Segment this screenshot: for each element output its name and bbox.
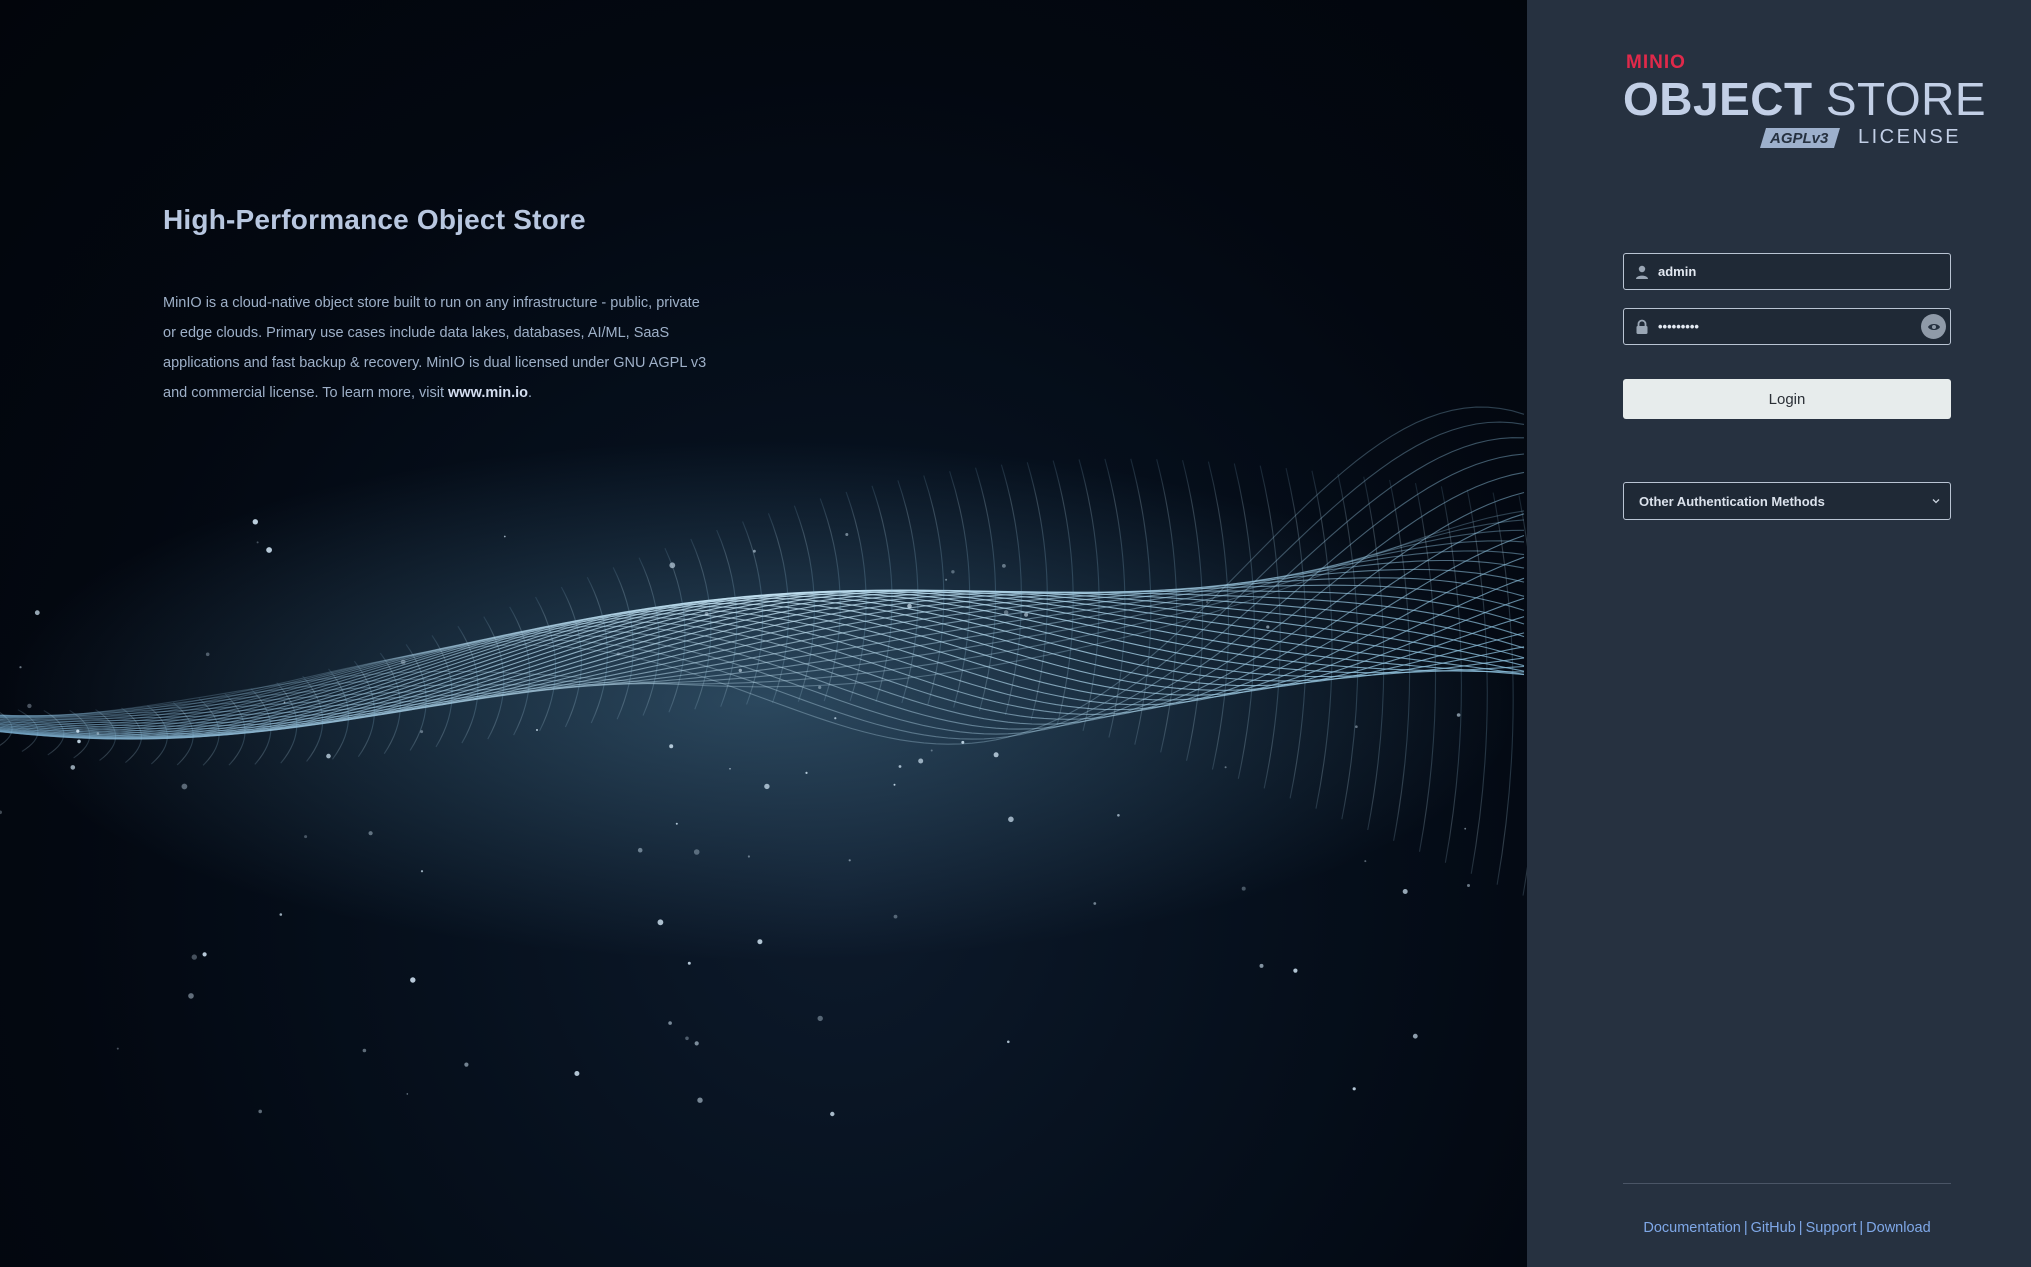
minio-website-link[interactable]: www.min.io: [448, 385, 528, 401]
username-field[interactable]: [1623, 253, 1951, 290]
footer-separator: |: [1743, 1220, 1748, 1236]
login-panel: [1527, 0, 2031, 1267]
product-name: OBJECT STORE: [1623, 72, 1986, 126]
username-input[interactable]: [1658, 254, 1908, 289]
wave-background-image: [0, 406, 1527, 1117]
footer-divider: [1623, 1183, 1951, 1184]
footer-separator: |: [1859, 1220, 1864, 1236]
other-auth-methods-label: Other Authentication Methods: [1639, 494, 1825, 509]
lock-icon: [1636, 319, 1648, 334]
show-password-button[interactable]: [1921, 314, 1946, 339]
login-button[interactable]: Login: [1623, 379, 1951, 419]
footer-separator: |: [1798, 1220, 1803, 1236]
license-label: LICENSE: [1858, 126, 1962, 148]
eye-icon: [1927, 323, 1940, 330]
password-input[interactable]: [1658, 309, 1908, 344]
agpl-badge-icon: AGPLv3: [1760, 128, 1840, 148]
product-name-light: STORE: [1812, 73, 1987, 125]
github-link[interactable]: GitHub: [1751, 1220, 1796, 1236]
other-auth-methods-dropdown[interactable]: Other Authentication Methods: [1623, 482, 1951, 520]
password-field[interactable]: [1623, 308, 1951, 345]
hero-description-end: .: [528, 385, 533, 401]
hero-description: MinIO is a cloud-native object store bui…: [163, 288, 708, 408]
chevron-down-icon: [1932, 499, 1940, 504]
documentation-link[interactable]: Documentation: [1643, 1220, 1741, 1236]
hero-title: High-Performance Object Store: [163, 204, 586, 235]
hero-section: High-Performance Object Store MinIO is a…: [0, 0, 1527, 1267]
hero-description-text: MinIO is a cloud-native object store bui…: [163, 295, 707, 401]
download-link[interactable]: Download: [1866, 1220, 1931, 1236]
product-name-bold: OBJECT: [1623, 73, 1813, 125]
login-page: High-Performance Object Store MinIO is a…: [0, 0, 2031, 1267]
user-icon: [1636, 265, 1648, 279]
footer-links: Documentation | GitHub | Support | Download: [1623, 1220, 1951, 1236]
agpl-badge-text: AGPLv3: [1769, 130, 1829, 147]
support-link[interactable]: Support: [1806, 1220, 1857, 1236]
minio-logo: MINIO: [1626, 52, 1686, 73]
